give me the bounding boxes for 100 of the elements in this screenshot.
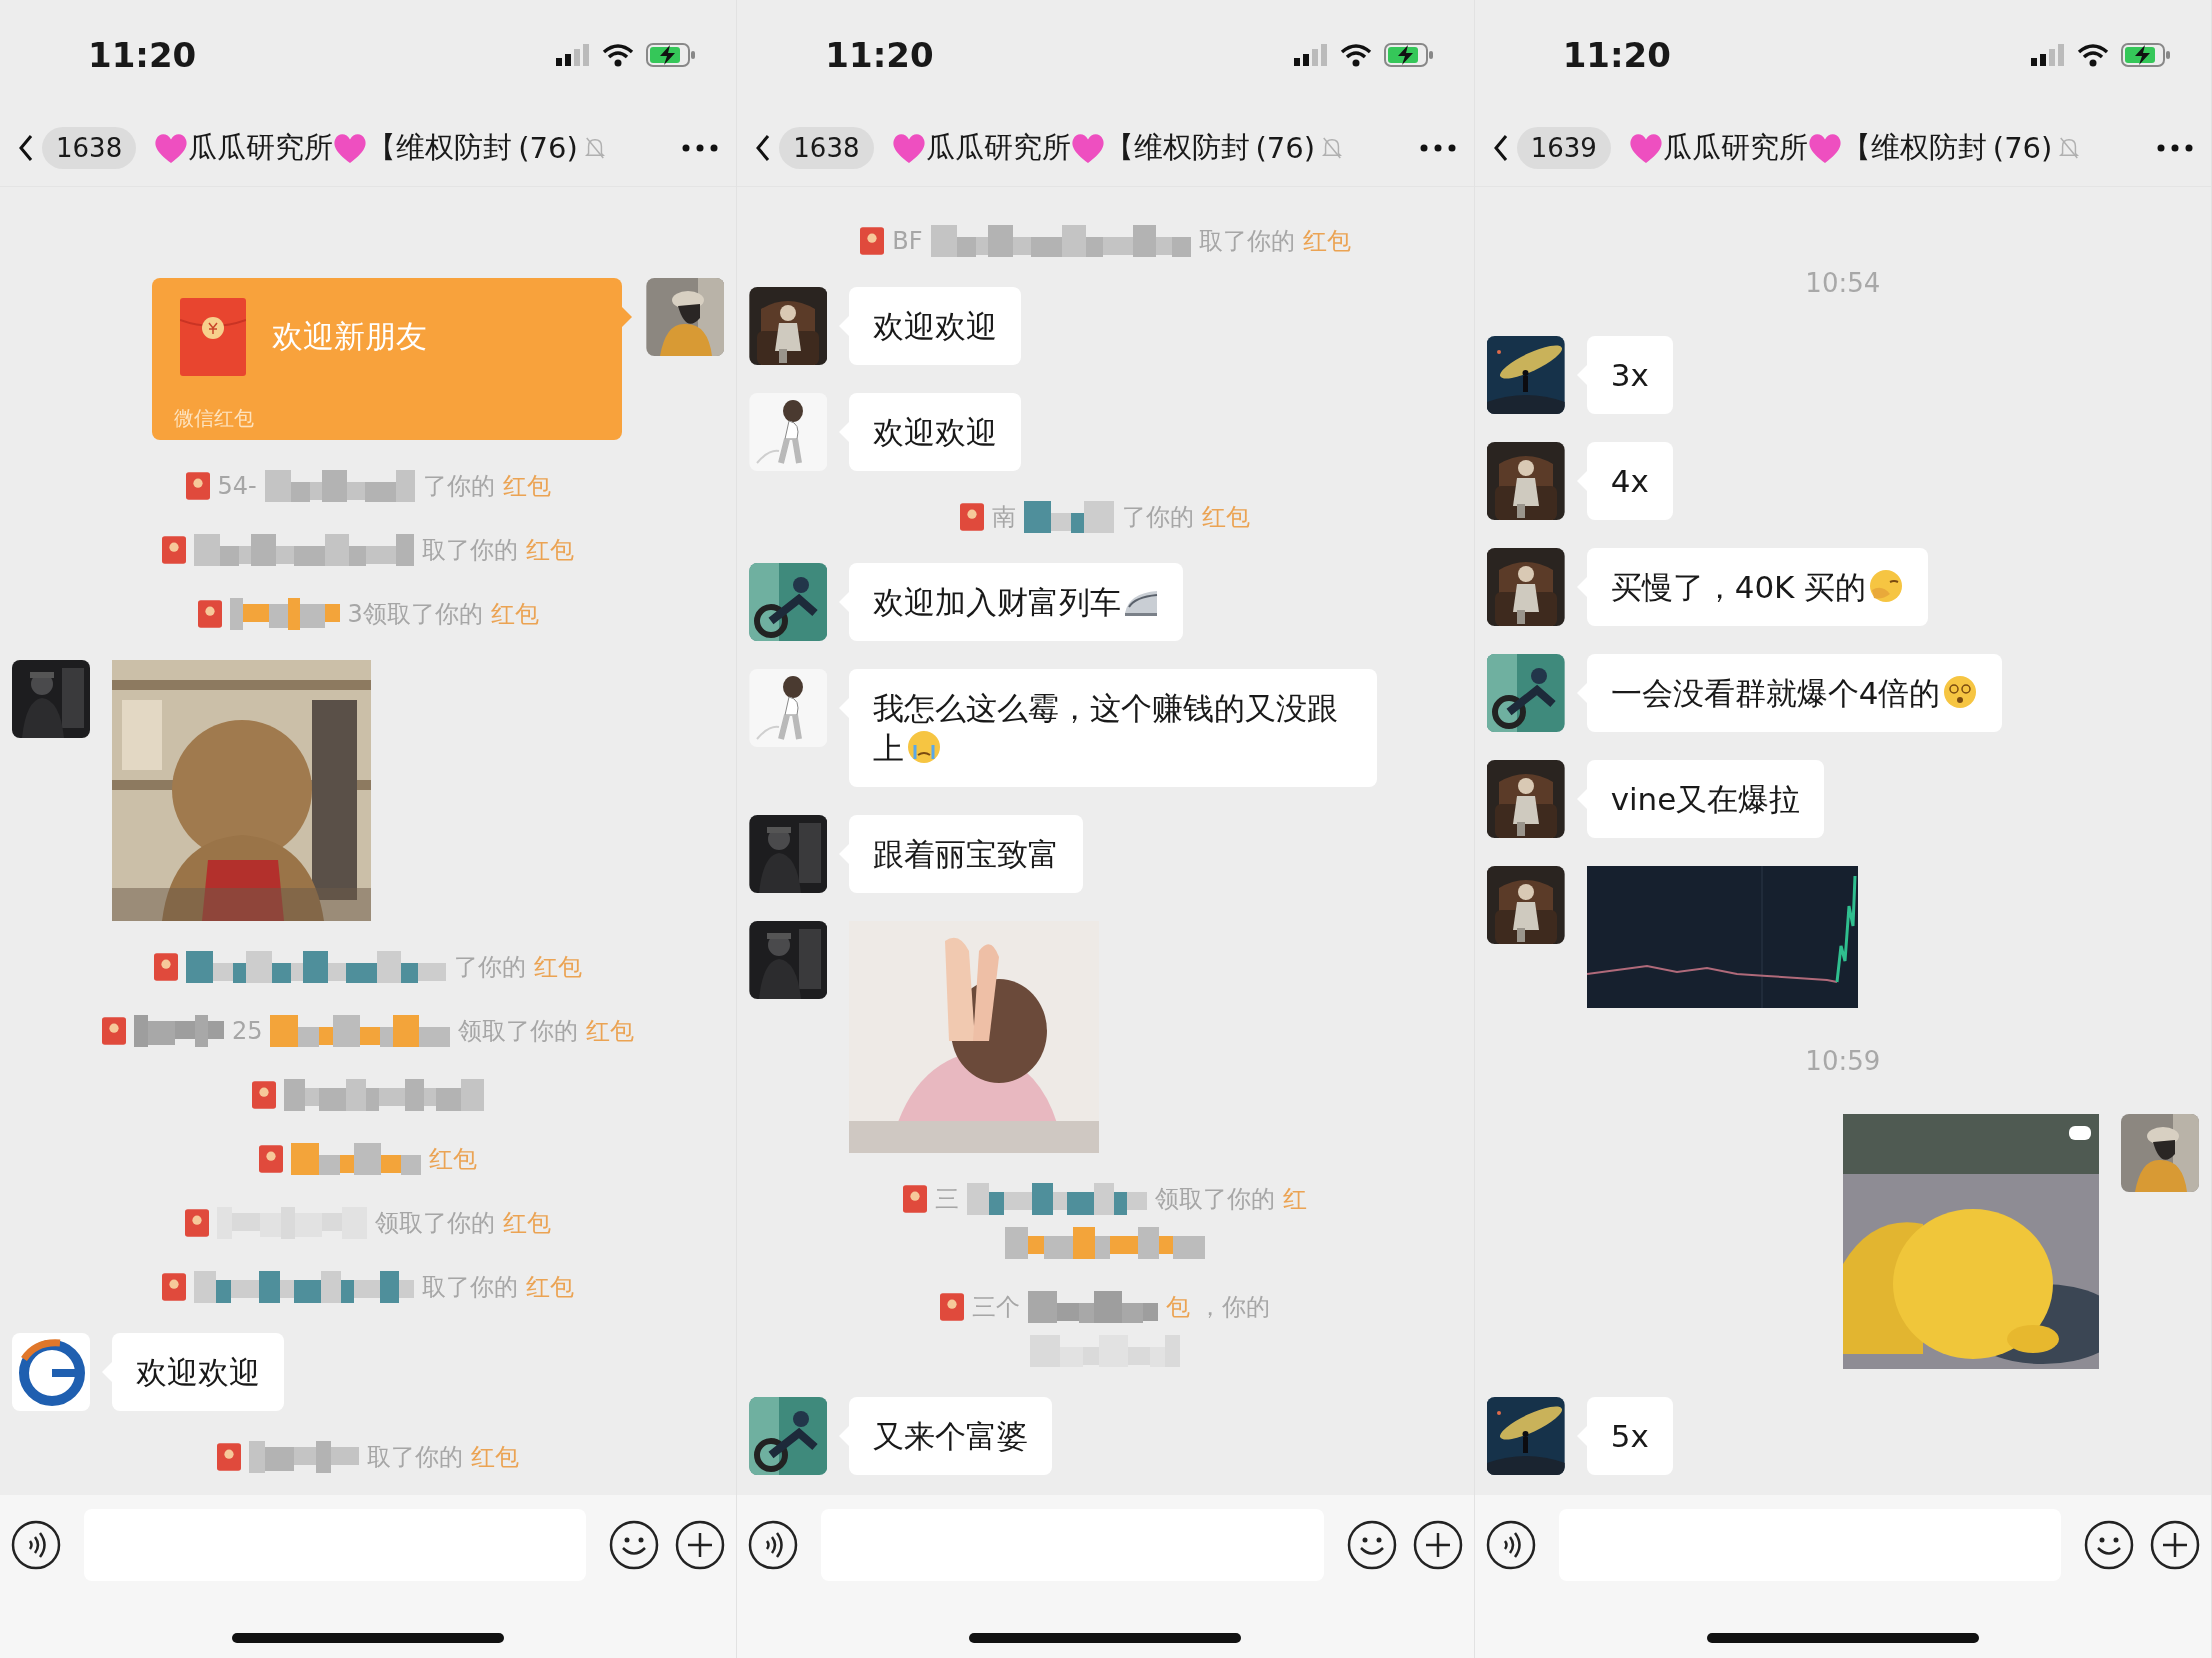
notice-link[interactable]: 红包 bbox=[586, 1015, 635, 1047]
message-text: 欢迎加入财富列车 bbox=[873, 584, 1122, 620]
wifi-icon bbox=[2077, 43, 2109, 67]
packet-icon bbox=[217, 1443, 242, 1471]
packet-icon bbox=[259, 1145, 284, 1173]
timestamp: 10:54 bbox=[1805, 268, 1881, 298]
signal-icon bbox=[2031, 44, 2065, 66]
notice-text: ，你的 bbox=[1198, 1292, 1271, 1323]
notice-link[interactable]: 包 bbox=[1166, 1291, 1191, 1323]
voice-icon[interactable] bbox=[1484, 1519, 1537, 1571]
timestamp: 10:59 bbox=[1805, 1046, 1881, 1076]
member-count: (76) bbox=[1255, 131, 1316, 165]
notice-link[interactable]: 红 bbox=[1283, 1183, 1308, 1215]
notice-text: 25 bbox=[231, 1017, 263, 1045]
packet-icon bbox=[940, 1293, 965, 1321]
notice-link[interactable]: 红包 bbox=[471, 1441, 520, 1473]
notice-text: 三个 bbox=[972, 1292, 1021, 1323]
more-icon[interactable] bbox=[2157, 144, 2193, 152]
notice-text: 3领取了你的 bbox=[347, 599, 483, 630]
notice-link[interactable]: 红包 bbox=[490, 598, 539, 630]
notice-text: 取了你的 bbox=[367, 1442, 464, 1473]
packet-icon bbox=[162, 1273, 187, 1301]
message-text: vine又在爆拉 bbox=[1610, 781, 1801, 817]
message-text: 4x bbox=[1610, 463, 1649, 499]
notice-text: 取了你的 bbox=[1198, 226, 1295, 257]
heart-icon bbox=[1628, 132, 1663, 164]
notice-text: 取了你的 bbox=[422, 535, 519, 566]
emoji-icon[interactable] bbox=[2083, 1519, 2135, 1571]
wifi-icon bbox=[1339, 43, 1372, 67]
unread-count: 1638 bbox=[779, 127, 874, 169]
more-icon[interactable] bbox=[682, 144, 719, 152]
packet-icon bbox=[180, 298, 247, 376]
packet-icon bbox=[162, 536, 187, 564]
message-text: 欢迎欢迎 bbox=[136, 1354, 260, 1390]
plus-icon[interactable] bbox=[1411, 1519, 1464, 1571]
signal-icon bbox=[556, 44, 591, 66]
back-icon[interactable] bbox=[18, 134, 34, 162]
notice-link[interactable]: 红包 bbox=[534, 951, 583, 983]
group-name: 瓜瓜研究所 bbox=[188, 129, 334, 166]
notice-link[interactable]: 红包 bbox=[1302, 225, 1351, 257]
group-tag: 【维权防封 bbox=[1841, 128, 1987, 168]
battery-icon bbox=[1383, 43, 1434, 67]
notice-text: 领取了你的 bbox=[458, 1016, 579, 1047]
status-time: 11:20 bbox=[1562, 35, 1671, 75]
message-text: 跟着丽宝致富 bbox=[873, 836, 1060, 872]
status-time: 11:20 bbox=[88, 35, 197, 75]
packet-icon bbox=[960, 503, 985, 531]
voice-icon[interactable] bbox=[10, 1519, 62, 1571]
packet-icon bbox=[903, 1185, 928, 1213]
unread-count: 1639 bbox=[1516, 127, 1611, 169]
notice-link[interactable]: 红包 bbox=[429, 1143, 478, 1175]
signal-icon bbox=[1293, 44, 1328, 66]
notice-text: 了你的 bbox=[422, 471, 495, 502]
notice-link[interactable]: 红包 bbox=[503, 1207, 552, 1239]
packet-icon bbox=[185, 1209, 210, 1237]
message-text: 欢迎欢迎 bbox=[873, 308, 998, 344]
plus-icon[interactable] bbox=[674, 1519, 727, 1571]
emoji-icon[interactable] bbox=[608, 1519, 661, 1571]
notice-text: 领取了你的 bbox=[1155, 1184, 1276, 1215]
back-icon[interactable] bbox=[755, 134, 772, 162]
packet-icon bbox=[154, 953, 179, 981]
more-icon[interactable] bbox=[1419, 144, 1456, 152]
back-icon[interactable] bbox=[1492, 134, 1509, 162]
notice-text: 了你的 bbox=[454, 952, 527, 983]
packet-icon bbox=[185, 472, 210, 500]
packet-greeting: 欢迎新朋友 bbox=[272, 317, 428, 356]
message-text: 3x bbox=[1610, 357, 1649, 393]
plus-icon[interactable] bbox=[2149, 1519, 2201, 1571]
message-text: 我怎么这么霉，这个赚钱的又没跟上 bbox=[873, 690, 1339, 766]
notice-link[interactable]: 红包 bbox=[526, 534, 575, 566]
group-name: 瓜瓜研究所 bbox=[1662, 129, 1808, 166]
notice-text: 领取了你的 bbox=[375, 1208, 496, 1239]
notice-text: BF bbox=[892, 227, 923, 255]
packet-icon bbox=[860, 227, 885, 255]
packet-label: 微信红包 bbox=[173, 405, 256, 432]
notice-text: 54- bbox=[217, 472, 257, 500]
notice-text: 了你的 bbox=[1122, 502, 1195, 533]
notice-link[interactable]: 红包 bbox=[526, 1271, 575, 1303]
message-text: 买慢了，40K 买的 bbox=[1610, 569, 1867, 605]
group-tag: 【维权防封 bbox=[367, 128, 513, 168]
heart-icon bbox=[1807, 132, 1842, 164]
packet-icon bbox=[197, 600, 222, 628]
group-tag: 【维权防封 bbox=[1104, 128, 1250, 168]
message-text: 又来个富婆 bbox=[873, 1418, 1029, 1454]
emoji-icon[interactable] bbox=[1345, 1519, 1398, 1571]
notice-link[interactable]: 红包 bbox=[502, 470, 551, 502]
voice-icon[interactable] bbox=[747, 1519, 800, 1571]
message-text: 欢迎欢迎 bbox=[873, 414, 998, 450]
unread-count: 1638 bbox=[42, 127, 137, 169]
notice-link[interactable]: 红包 bbox=[1202, 501, 1251, 533]
packet-icon bbox=[252, 1081, 277, 1109]
message-text: 一会没看群就爆个4倍的 bbox=[1610, 675, 1941, 711]
heart-icon bbox=[1070, 132, 1105, 164]
heart-icon bbox=[891, 132, 926, 164]
notice-text: 三 bbox=[935, 1184, 960, 1215]
member-count: (76) bbox=[518, 131, 578, 165]
message-text: 5x bbox=[1610, 1418, 1649, 1454]
status-time: 11:20 bbox=[825, 35, 934, 75]
notice-text: 南 bbox=[992, 502, 1017, 533]
packet-icon bbox=[101, 1017, 126, 1045]
